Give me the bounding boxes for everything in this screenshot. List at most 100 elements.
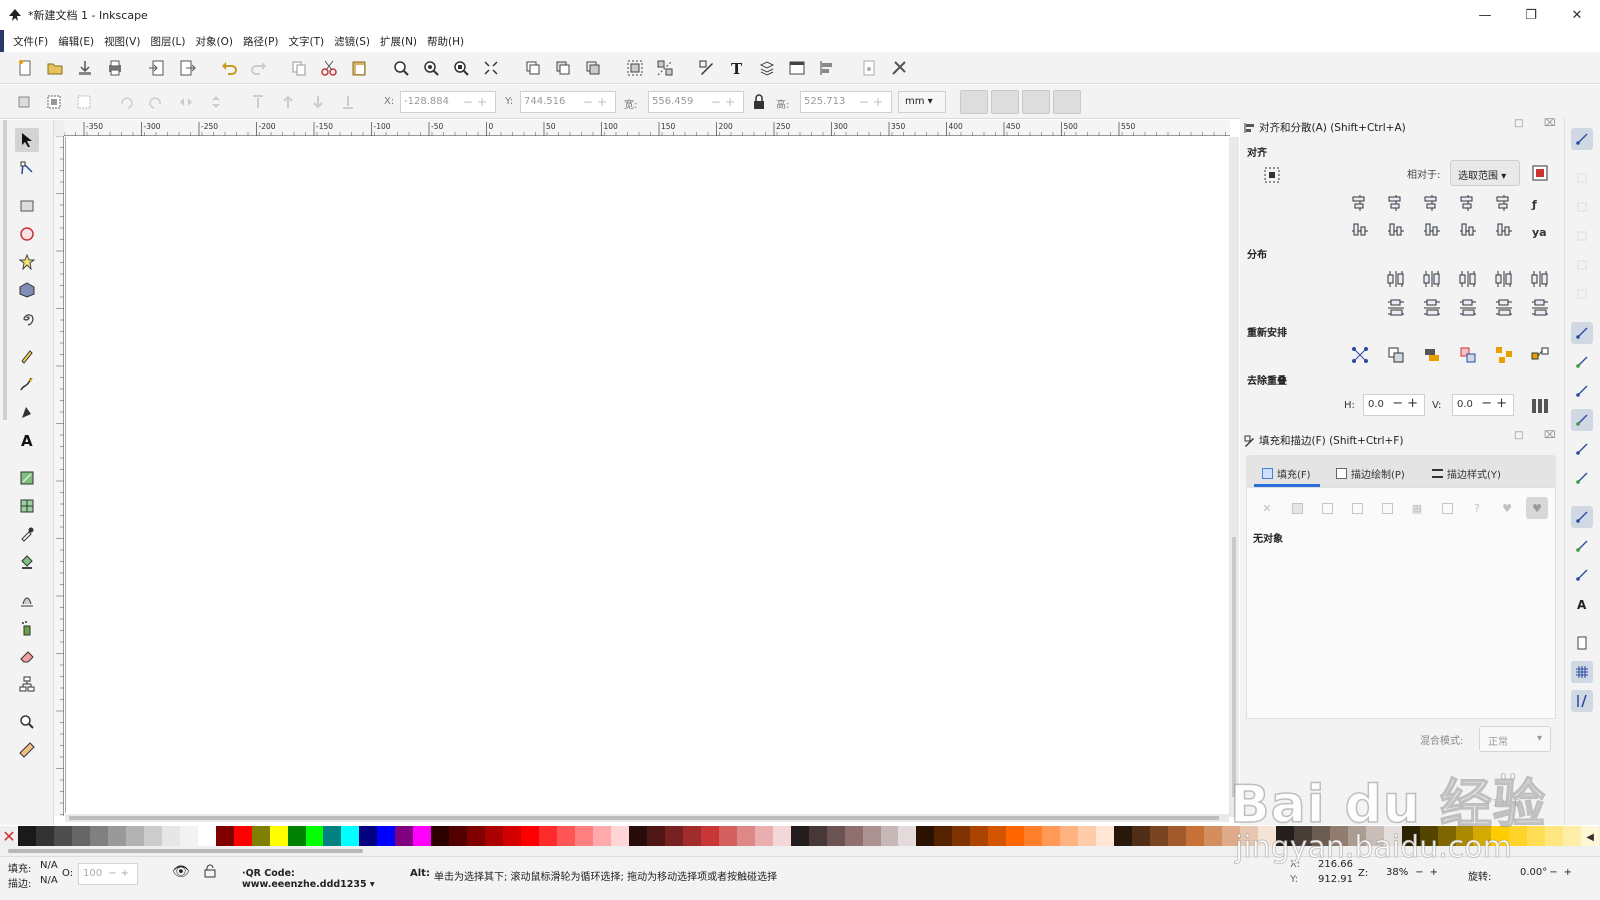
color-swatch[interactable]	[35, 826, 54, 846]
transform-patterns-toggle[interactable]	[1053, 90, 1081, 114]
y-stepper[interactable]: −+	[583, 95, 611, 109]
color-swatch[interactable]	[862, 826, 881, 846]
snap-object-centers-icon[interactable]	[1571, 535, 1593, 557]
fill-stroke-icon[interactable]	[698, 59, 716, 77]
color-swatch[interactable]	[233, 826, 252, 846]
x-input[interactable]: -128.884 −+	[400, 91, 496, 113]
snap-paths-icon[interactable]	[1571, 351, 1593, 373]
horizontal-ruler[interactable]: -350 -300 -250 -200 -150 -100 -50 0 50 100 150 200 2…	[63, 120, 1230, 136]
save-icon[interactable]	[76, 59, 94, 77]
color-swatch[interactable]	[449, 826, 468, 846]
zoom-page-width-icon[interactable]	[482, 59, 500, 77]
overlap-h-stepper[interactable]: −+	[1392, 396, 1422, 411]
menu-edit[interactable]: 编辑(E)	[53, 34, 99, 49]
color-swatch[interactable]	[1024, 826, 1043, 846]
measure-tool[interactable]	[15, 738, 39, 762]
color-swatch[interactable]	[628, 826, 647, 846]
group-icon[interactable]	[626, 59, 644, 77]
align-top-edges-icon[interactable]	[1386, 221, 1406, 241]
menu-help[interactable]: 帮助(H)	[422, 34, 469, 49]
import-icon[interactable]	[148, 59, 166, 77]
export-icon[interactable]	[178, 59, 196, 77]
unit-select[interactable]: mm ▾	[898, 91, 946, 113]
minimize-button[interactable]: —	[1462, 0, 1508, 30]
blend-mode-select[interactable]: 正常 ▾	[1479, 726, 1551, 752]
snap-rotation-centers-icon[interactable]	[1571, 564, 1593, 586]
remove-overlap-icon[interactable]	[1530, 396, 1550, 416]
color-swatch[interactable]	[1060, 826, 1079, 846]
pattern-icon[interactable]: ▦	[1406, 497, 1428, 519]
connector-tool[interactable]	[15, 672, 39, 696]
color-swatch[interactable]	[125, 826, 144, 846]
node-tool[interactable]	[15, 156, 39, 180]
panel-iconify-button[interactable]: □	[1514, 430, 1523, 441]
snap-bbox-icon[interactable]	[1571, 167, 1593, 189]
exchange-positions-icon[interactable]	[1386, 345, 1406, 365]
tab-stroke-paint[interactable]: 描边绘制(P)	[1336, 466, 1405, 481]
distribute-gaps-v-icon[interactable]	[1494, 298, 1514, 318]
snap-guides-icon[interactable]	[1571, 690, 1593, 712]
drawing-canvas[interactable]	[65, 137, 1229, 813]
randomize-positions-icon[interactable]	[1494, 345, 1514, 365]
width-input[interactable]: 556.459 −+	[648, 91, 744, 113]
panel-iconify-button[interactable]: □	[1514, 118, 1523, 129]
color-swatch[interactable]	[898, 826, 917, 846]
color-swatch[interactable]	[1527, 826, 1546, 846]
align-centers-vertical-axis-icon[interactable]	[1422, 193, 1442, 213]
copy-icon[interactable]	[290, 59, 308, 77]
exchange-by-z-order-icon[interactable]	[1422, 345, 1442, 365]
palette-scrollbar-thumb[interactable]	[8, 849, 363, 853]
snap-path-intersections-icon[interactable]	[1571, 380, 1593, 402]
menu-file[interactable]: 文件(F)	[8, 34, 53, 49]
snap-bbox-edges-icon[interactable]	[1571, 196, 1593, 218]
overlap-v-stepper[interactable]: −+	[1481, 396, 1511, 411]
color-swatch[interactable]	[790, 826, 809, 846]
color-swatch[interactable]	[1455, 826, 1474, 846]
color-swatch[interactable]	[1509, 826, 1528, 846]
color-swatch[interactable]	[1078, 826, 1097, 846]
layer-visibility-icon[interactable]: 👁	[172, 864, 190, 880]
opacity-value[interactable]: 100.0	[1492, 798, 1521, 809]
scrollbar-thumb[interactable]	[69, 816, 1219, 820]
ungroup-icon[interactable]	[656, 59, 674, 77]
select-all-layers-icon[interactable]	[46, 94, 62, 110]
color-swatch[interactable]	[431, 826, 450, 846]
tab-stroke-style[interactable]: 描边样式(Y)	[1432, 466, 1501, 481]
align-left-edges-icon[interactable]	[1386, 193, 1406, 213]
color-swatch[interactable]	[593, 826, 611, 846]
color-swatch[interactable]	[700, 826, 719, 846]
color-swatch[interactable]	[521, 826, 540, 846]
canvas-horizontal-scrollbar[interactable]	[65, 814, 1229, 822]
menu-text[interactable]: 文字(T)	[284, 34, 330, 49]
new-document-icon[interactable]	[16, 59, 34, 77]
dropper-tool[interactable]	[15, 522, 39, 546]
align-baselines-icon[interactable]: ya	[1530, 221, 1550, 241]
enable-snapping-icon[interactable]	[1571, 128, 1593, 150]
color-swatch[interactable]	[934, 826, 953, 846]
align-bottom-to-top-anchor-icon[interactable]	[1350, 221, 1370, 241]
document-properties-icon[interactable]	[860, 59, 878, 77]
color-swatch[interactable]	[916, 826, 935, 846]
color-swatch[interactable]	[413, 826, 432, 846]
scale-corners-toggle[interactable]	[991, 90, 1019, 114]
radial-gradient-icon[interactable]	[1346, 497, 1368, 519]
palette-menu-icon[interactable]: ◀	[1586, 832, 1594, 843]
y-input[interactable]: 744.516 −+	[520, 91, 616, 113]
zoom-selection-icon[interactable]	[392, 59, 410, 77]
align-text-baseline-icon[interactable]: ƒ	[1530, 193, 1550, 213]
color-swatch[interactable]	[1365, 826, 1384, 846]
snap-nodes-icon[interactable]	[1571, 322, 1593, 344]
rotate-ccw-icon[interactable]	[118, 94, 134, 110]
text-tool[interactable]: A	[15, 428, 39, 452]
color-swatch[interactable]	[610, 826, 629, 846]
move-selection-icon[interactable]	[1530, 163, 1550, 183]
zoom-input[interactable]: 38% −+	[1380, 863, 1450, 885]
color-swatch[interactable]	[646, 826, 665, 846]
color-swatch[interactable]	[377, 826, 396, 846]
color-swatch[interactable]	[89, 826, 108, 846]
color-swatch[interactable]	[215, 826, 234, 846]
zoom-drawing-icon[interactable]	[422, 59, 440, 77]
color-swatch[interactable]	[305, 826, 324, 846]
spiral-tool[interactable]	[15, 306, 39, 330]
print-icon[interactable]	[106, 59, 124, 77]
